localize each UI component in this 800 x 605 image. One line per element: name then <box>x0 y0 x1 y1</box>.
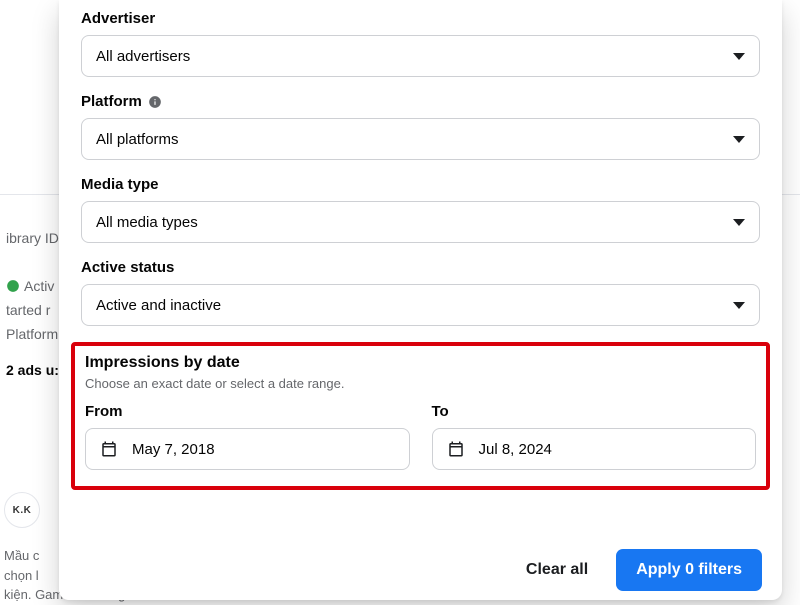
calendar-icon <box>447 440 465 458</box>
chevron-down-icon <box>733 302 745 309</box>
advertiser-select[interactable]: All advertisers <box>81 35 760 77</box>
active-status-value: Active and inactive <box>96 297 221 314</box>
date-to-value: Jul 8, 2024 <box>479 441 552 458</box>
impressions-title: Impressions by date <box>85 354 756 372</box>
bg-active-status: Activ <box>6 278 54 294</box>
filters-scroll[interactable]: Advertiser All advertisers Platform All … <box>59 0 782 538</box>
active-status-label: Active status <box>81 259 760 276</box>
media-type-select[interactable]: All media types <box>81 201 760 243</box>
clear-all-button[interactable]: Clear all <box>514 551 600 589</box>
bg-platforms: Platform <box>6 326 58 342</box>
bg-library-id: ibrary ID <box>6 230 59 246</box>
chevron-down-icon <box>733 53 745 60</box>
filters-panel: Advertiser All advertisers Platform All … <box>59 0 782 600</box>
platform-select[interactable]: All platforms <box>81 118 760 160</box>
chevron-down-icon <box>733 219 745 226</box>
calendar-icon <box>100 440 118 458</box>
chevron-down-icon <box>733 136 745 143</box>
media-type-value: All media types <box>96 214 198 231</box>
advertiser-field: Advertiser All advertisers <box>81 10 760 77</box>
active-status-select[interactable]: Active and inactive <box>81 284 760 326</box>
impressions-highlight-box: Impressions by date Choose an exact date… <box>71 342 770 490</box>
date-from-input[interactable]: May 7, 2018 <box>85 428 410 470</box>
apply-filters-button[interactable]: Apply 0 filters <box>616 549 762 591</box>
date-from-label: From <box>85 403 410 420</box>
date-to-col: To Jul 8, 2024 <box>432 403 757 470</box>
info-icon[interactable] <box>148 95 162 109</box>
active-status-field: Active status Active and inactive <box>81 259 760 326</box>
panel-footer: Clear all Apply 0 filters <box>59 538 782 600</box>
platform-value: All platforms <box>96 131 179 148</box>
impressions-subtitle: Choose an exact date or select a date ra… <box>85 376 756 391</box>
media-type-field: Media type All media types <box>81 176 760 243</box>
date-range-row: From May 7, 2018 To Jul 8, 2024 <box>85 403 756 470</box>
platform-label: Platform <box>81 93 760 110</box>
date-from-value: May 7, 2018 <box>132 441 215 458</box>
bg-ads-count: 2 ads u: <box>6 362 59 378</box>
avatar: K.K <box>4 492 40 528</box>
bg-started: tarted r <box>6 302 50 318</box>
media-type-label: Media type <box>81 176 760 193</box>
advertiser-label: Advertiser <box>81 10 760 27</box>
advertiser-value: All advertisers <box>96 48 190 65</box>
check-circle-icon <box>6 279 20 293</box>
date-from-col: From May 7, 2018 <box>85 403 410 470</box>
date-to-input[interactable]: Jul 8, 2024 <box>432 428 757 470</box>
platform-field: Platform All platforms <box>81 93 760 160</box>
date-to-label: To <box>432 403 757 420</box>
